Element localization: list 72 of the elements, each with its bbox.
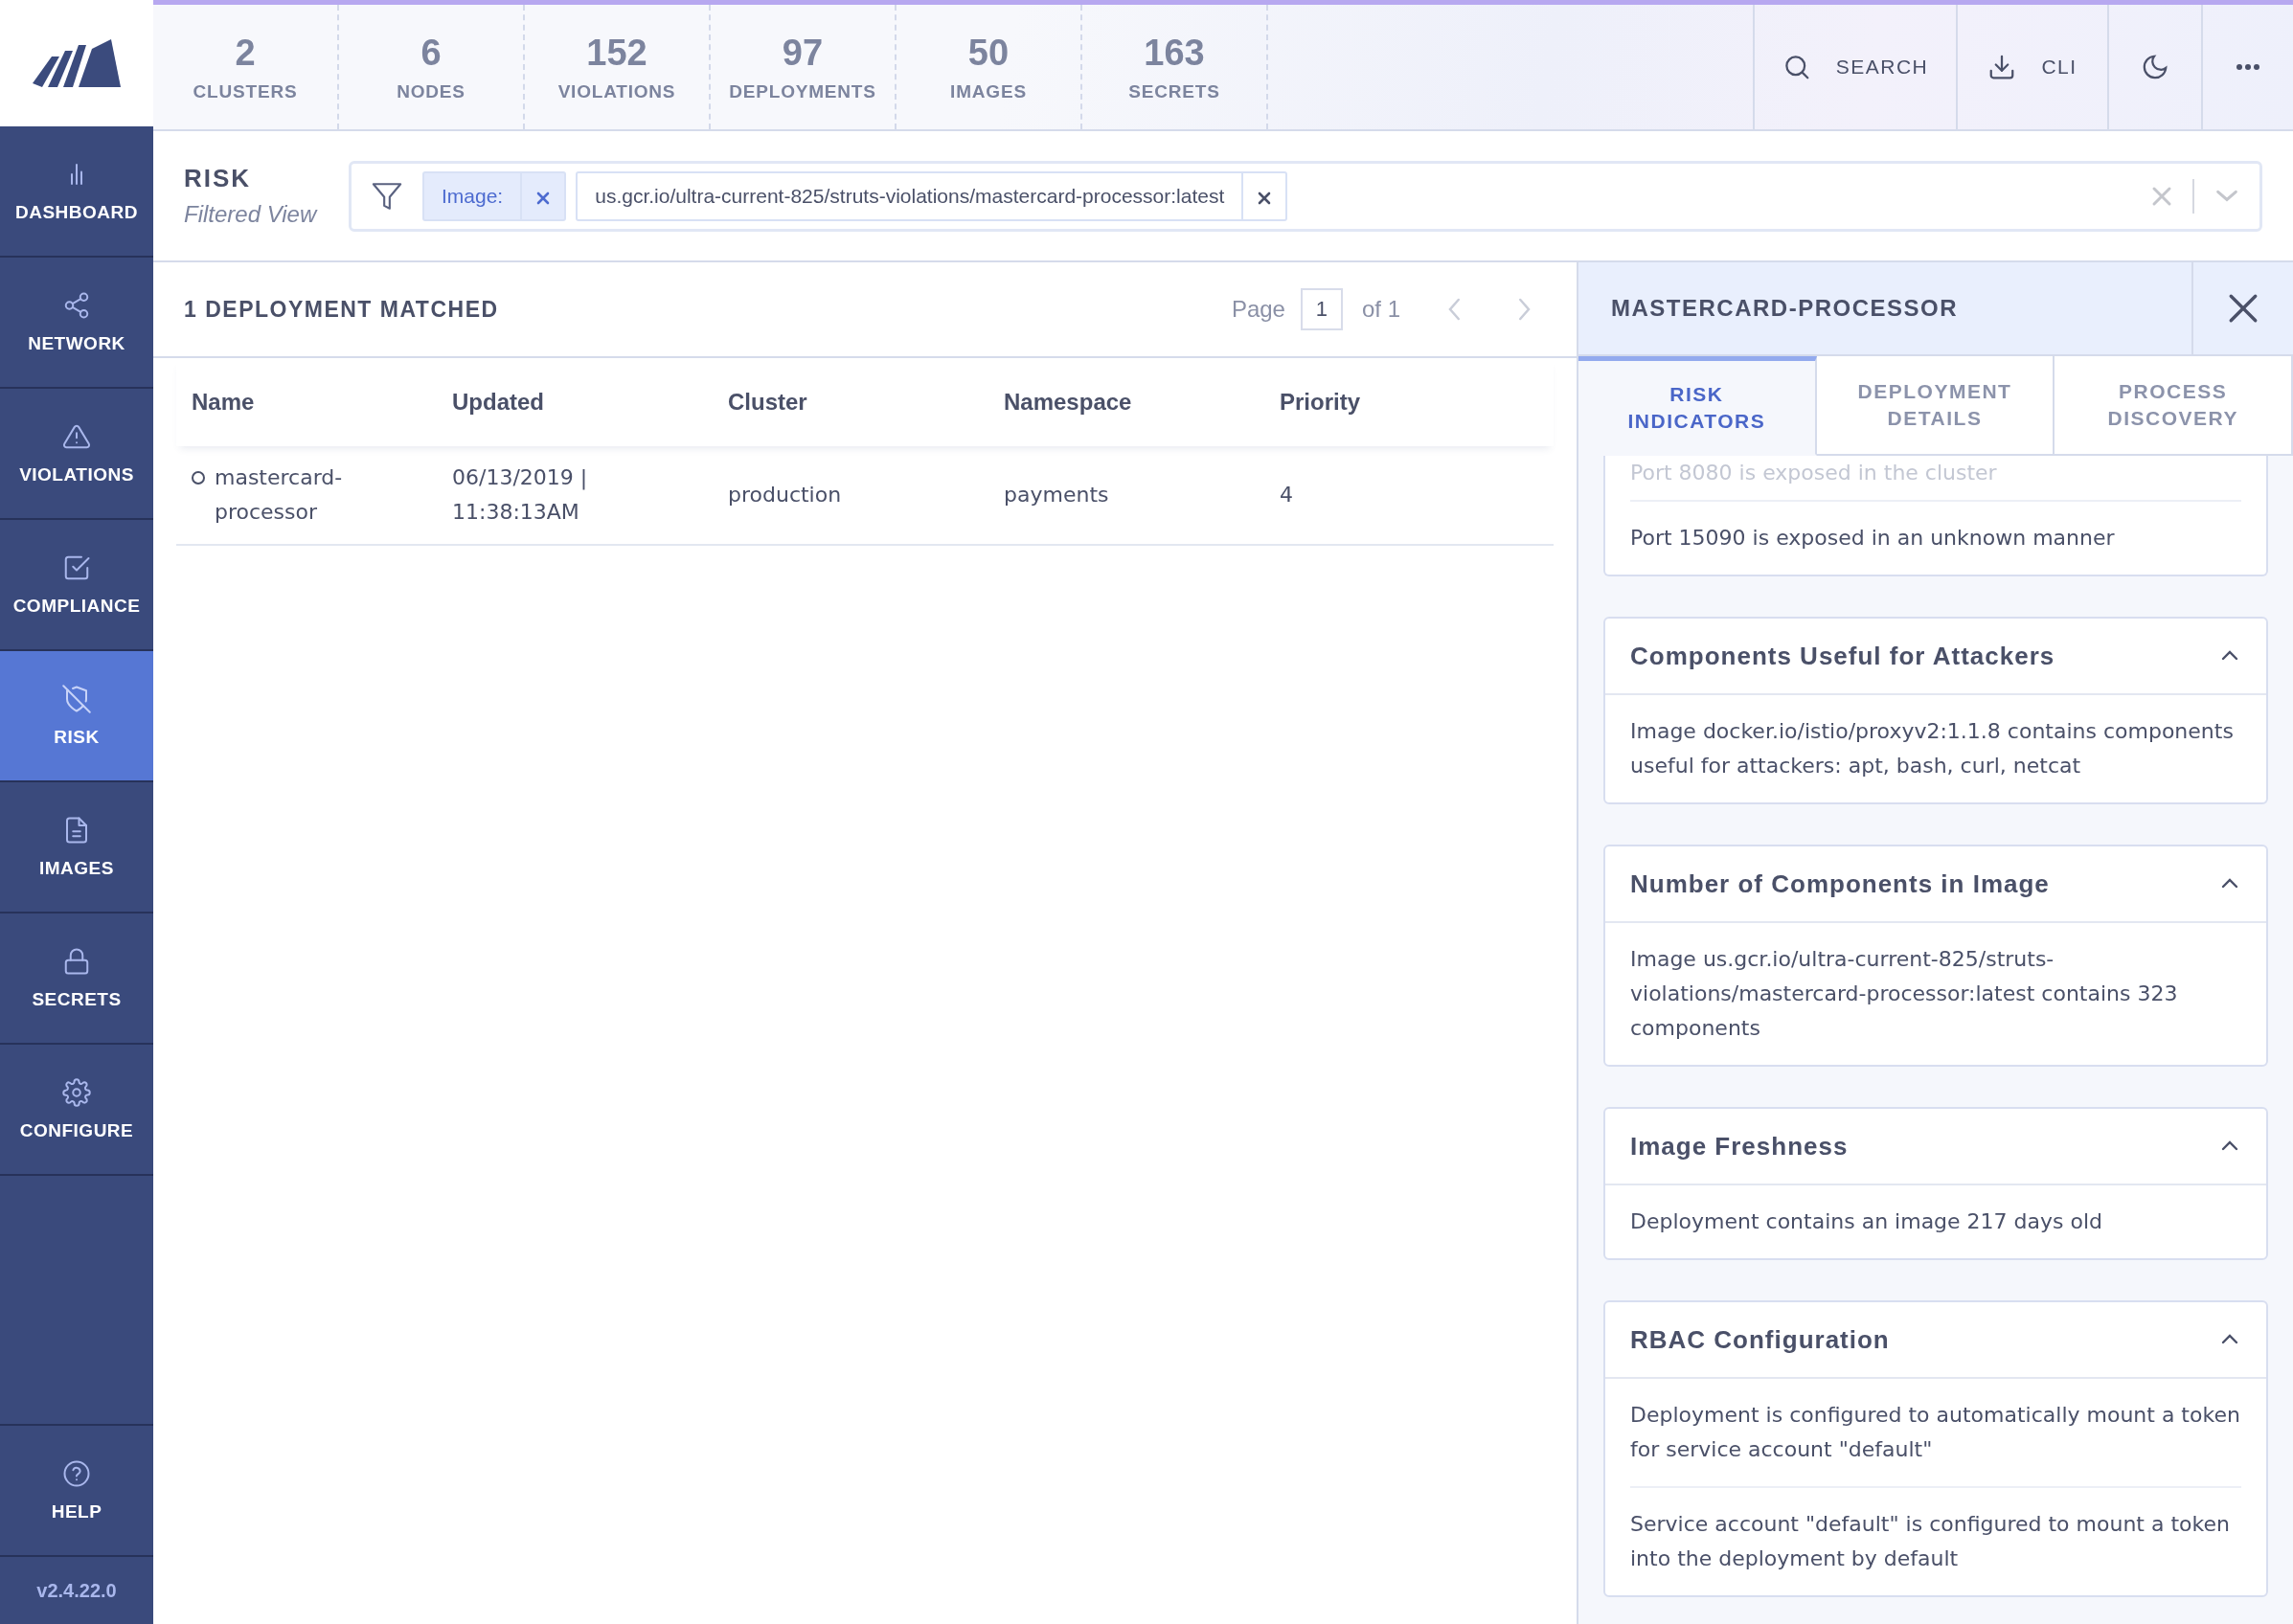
stat-label: NODES xyxy=(397,80,465,102)
lock-icon xyxy=(62,946,91,976)
stat-tile[interactable]: 97 DEPLOYMENTS xyxy=(711,5,897,129)
results-count: 1 DEPLOYMENT MATCHED xyxy=(184,296,499,323)
risk-indicator-text: Deployment contains an image 217 days old xyxy=(1630,1208,2104,1235)
page-count: of 1 xyxy=(1361,296,1400,323)
stat-value: 6 xyxy=(420,32,442,74)
cli-download-button[interactable]: CLI xyxy=(1956,5,2107,129)
table-cell-text: payments xyxy=(1004,482,1110,508)
page-subtitle: Filtered View xyxy=(184,201,319,228)
nav-item[interactable]: VIOLATIONS xyxy=(0,389,153,520)
stat-tile[interactable]: 6 NODES xyxy=(339,5,525,129)
panel-title: MASTERCARD-PROCESSOR xyxy=(1610,294,1959,323)
card-title: Components Useful for Attackers xyxy=(1630,641,2055,671)
column-header[interactable]: Name xyxy=(176,389,452,416)
page-label: Page xyxy=(1231,296,1285,323)
nav-item[interactable]: CONFIGURE xyxy=(0,1045,153,1176)
stat-label: SECRETS xyxy=(1128,80,1220,102)
stat-value: 97 xyxy=(782,32,824,74)
risk-indicator-text: Service account "default" is configured to mount a token into the deployment by default xyxy=(1630,1511,2231,1572)
table-cell-text: 4 xyxy=(1280,482,1294,508)
nav-item[interactable]: IMAGES xyxy=(0,782,153,914)
filter-chip: us.gcr.io/ultra-current-825/struts-violations/mastercard-processor:latest xyxy=(576,170,1288,221)
search-filter-field[interactable]: Image: us.gcr.io/ultra-current-825/struts-violations/mastercard-processor:latest xyxy=(349,160,2262,232)
filter-chip: Image: xyxy=(422,170,567,221)
panel-tab[interactable]: RISK INDICATORS xyxy=(1578,356,1817,456)
help-icon xyxy=(62,1458,91,1488)
risk-indicator-text: Deployment is configured to automatically mount a token for service account "default" xyxy=(1630,1379,2241,1488)
stat-value: 50 xyxy=(967,32,1010,74)
nav-item[interactable]: NETWORK xyxy=(0,258,153,389)
card-title: RBAC Configuration xyxy=(1630,1324,1890,1355)
risk-indicator-text: Image us.gcr.io/ultra-current-825/struts-violations/mastercard-processor:latest contains 323 components xyxy=(1630,946,2179,1042)
page-title: RISK xyxy=(184,164,253,193)
card-title: Image Freshness xyxy=(1630,1131,1849,1162)
settings-icon xyxy=(62,1077,91,1107)
page-number-field[interactable]: 1 xyxy=(1300,288,1343,330)
stat-label: CLUSTERS xyxy=(193,80,298,102)
stat-label: DEPLOYMENTS xyxy=(729,80,876,102)
nav-item[interactable]: DASHBOARD xyxy=(0,126,153,258)
share-icon xyxy=(62,290,91,320)
nav-item[interactable]: RISK xyxy=(0,651,153,782)
table-row[interactable]: mastercard-processor 06/13/2019 | 11:38:13AM production payments 4 xyxy=(176,446,1554,546)
close-icon xyxy=(2227,292,2259,325)
stat-label: IMAGES xyxy=(950,80,1027,102)
close-icon xyxy=(1257,191,1273,206)
stat-tile[interactable]: 152 VIOLATIONS xyxy=(525,5,711,129)
stat-tile[interactable]: 50 IMAGES xyxy=(897,5,1082,129)
close-icon xyxy=(535,191,552,206)
shield-off-icon xyxy=(62,684,91,713)
column-header[interactable]: Priority xyxy=(1280,389,1554,416)
table-cell-text: 06/13/2019 | 11:38:13AM xyxy=(452,464,589,526)
nav-item[interactable]: SECRETS xyxy=(0,914,153,1045)
column-header[interactable]: Namespace xyxy=(1004,389,1280,416)
stat-value: 152 xyxy=(586,32,647,74)
table-cell: mastercard-processor xyxy=(176,461,452,530)
search-button[interactable]: SEARCH xyxy=(1753,5,1956,129)
card-title: Number of Components in Image xyxy=(1630,868,2050,899)
stat-tile[interactable]: 2 CLUSTERS xyxy=(153,5,339,129)
stat-label: VIOLATIONS xyxy=(557,80,676,102)
version-label: v2.4.22.0 xyxy=(35,1578,118,1603)
risk-indicator-text: Port 8080 is exposed in the cluster xyxy=(1630,456,2241,502)
stat-value: 2 xyxy=(235,32,256,74)
column-header[interactable]: Cluster xyxy=(728,389,1004,416)
risk-indicator-text: Image docker.io/istio/proxyv2:1.1.8 contains components useful for attackers: apt, bash, curl, netcat xyxy=(1630,718,2235,779)
moon-icon xyxy=(2141,53,2169,81)
risk-indicator-text: Port 15090 is exposed in an unknown manner xyxy=(1630,525,2116,552)
stat-value: 163 xyxy=(1144,32,1205,74)
help-link[interactable]: HELP xyxy=(0,1426,153,1557)
status-circle-icon xyxy=(192,471,205,485)
column-header[interactable]: Updated xyxy=(452,389,728,416)
table-cell-text: production xyxy=(728,482,843,508)
more-icon xyxy=(2236,63,2260,71)
